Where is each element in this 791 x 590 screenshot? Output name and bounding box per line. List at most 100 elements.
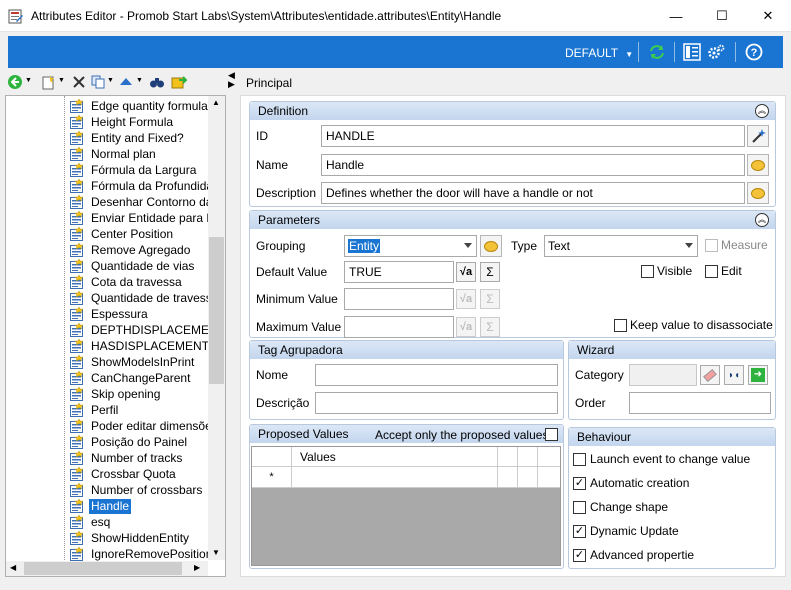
tree-item[interactable]: Posição do Painel [70, 434, 210, 450]
scroll-up-icon[interactable]: ▲ [212, 98, 220, 107]
tree-item[interactable]: Crossbar Quota [70, 466, 210, 482]
name-translate-button[interactable] [747, 154, 769, 176]
tree-item[interactable]: Edge quantity formula [70, 98, 210, 114]
tree-item[interactable]: Quantidade de travessa [70, 290, 210, 306]
accept-only-checkbox[interactable] [545, 428, 558, 441]
tree-item[interactable]: HASDISPLACEMENT [70, 338, 210, 354]
description-translate-button[interactable] [747, 182, 769, 204]
sum-button[interactable]: Σ [480, 289, 500, 309]
keep-value-checkbox[interactable] [614, 319, 627, 332]
caret-down-icon[interactable]: ▼ [136, 77, 143, 84]
grouping-select[interactable]: Entity [344, 235, 477, 257]
help-icon[interactable]: ? [745, 43, 763, 61]
maximize-button[interactable]: ☐ [699, 0, 745, 32]
attributes-tree[interactable]: Edge quantity formula Height Formula Entit… [5, 95, 226, 577]
find-icon[interactable] [149, 74, 165, 90]
new-icon[interactable] [40, 74, 56, 90]
attribute-icon [70, 227, 84, 241]
tree-item[interactable]: Fórmula da Profundidade [70, 178, 210, 194]
tree-item[interactable]: Number of crossbars [70, 482, 210, 498]
behaviour-checkbox[interactable]: ✓ [573, 525, 586, 538]
behaviour-checkbox[interactable] [573, 453, 586, 466]
name-field[interactable]: Handle [321, 154, 745, 176]
behaviour-checkbox[interactable]: ✓ [573, 549, 586, 562]
collapse-up-icon[interactable]: ︽ [755, 104, 769, 118]
tree-item[interactable]: Height Formula [70, 114, 210, 130]
move-up-icon[interactable] [118, 74, 134, 90]
list-icon[interactable] [683, 43, 701, 61]
tree-item[interactable]: Poder editar dimensões [70, 418, 210, 434]
formula-button[interactable]: √a [456, 262, 476, 282]
grid-new-row[interactable]: * [252, 467, 560, 488]
profile-dropdown[interactable]: DEFAULT ▼ [565, 46, 633, 60]
tree-item[interactable]: Fórmula da Largura [70, 162, 210, 178]
tree-item[interactable]: Skip opening [70, 386, 210, 402]
descricao-field[interactable] [315, 392, 558, 414]
minimize-button[interactable]: — [653, 0, 699, 32]
collapse-right-icon[interactable]: ▶ [228, 79, 235, 90]
caret-down-icon[interactable]: ▼ [107, 77, 114, 84]
tree-item[interactable]: Normal plan [70, 146, 210, 162]
tree-vertical-scroll-thumb[interactable] [209, 237, 224, 384]
order-field[interactable] [629, 392, 771, 414]
close-button[interactable]: ✕ [745, 0, 791, 32]
edit-checkbox[interactable] [705, 265, 718, 278]
scroll-right-icon[interactable]: ▶ [194, 563, 200, 572]
tree-item[interactable]: Perfil [70, 402, 210, 418]
maximum-value-field[interactable] [344, 316, 454, 338]
caret-down-icon[interactable]: ▼ [58, 77, 65, 84]
proposed-values-grid[interactable]: Values * [251, 446, 561, 566]
category-label: Category [575, 368, 624, 382]
tree-item[interactable]: Entity and Fixed? [70, 130, 210, 146]
refresh-icon[interactable] [648, 43, 666, 61]
id-edit-button[interactable] [747, 125, 769, 147]
visible-checkbox[interactable] [641, 265, 654, 278]
default-value-field[interactable]: TRUE [344, 261, 454, 283]
behaviour-checkbox[interactable]: ✓ [573, 477, 586, 490]
tree-item[interactable]: Number of tracks [70, 450, 210, 466]
goto-icon[interactable] [171, 74, 187, 90]
description-field[interactable]: Defines whether the door will have a han… [321, 182, 745, 204]
tree-item[interactable]: DEPTHDISPLACEMENT [70, 322, 210, 338]
attribute-icon [70, 195, 84, 209]
find-category-button[interactable]: ◗◖ [724, 365, 744, 385]
behaviour-checkbox[interactable] [573, 501, 586, 514]
tree-horizontal-scroll-thumb[interactable] [24, 562, 182, 575]
tree-item[interactable]: CanChangeParent [70, 370, 210, 386]
tree-item[interactable]: Enviar Entidade para Dy [70, 210, 210, 226]
goto-category-button[interactable]: ➜ [748, 365, 768, 385]
minimum-value-field[interactable] [344, 288, 454, 310]
tab-principal[interactable]: Principal [246, 76, 292, 90]
scroll-left-icon[interactable]: ◀ [10, 563, 16, 572]
sum-button[interactable]: Σ [480, 262, 500, 282]
back-icon[interactable] [7, 74, 23, 90]
tree-item[interactable]: Center Position [70, 226, 210, 242]
tree-item[interactable]: Espessura [70, 306, 210, 322]
id-field[interactable]: HANDLE [321, 125, 745, 147]
formula-button[interactable]: √a [456, 317, 476, 337]
collapse-up-icon[interactable]: ︽ [755, 213, 769, 227]
formula-button[interactable]: √a [456, 289, 476, 309]
scroll-down-icon[interactable]: ▼ [212, 548, 220, 557]
tree-item[interactable]: esq [70, 514, 210, 530]
tree-item[interactable]: Quantidade de vias [70, 258, 210, 274]
caret-down-icon[interactable]: ▼ [25, 77, 32, 84]
measure-checkbox[interactable] [705, 239, 718, 252]
category-field[interactable] [629, 364, 697, 386]
clear-category-button[interactable] [700, 365, 720, 385]
tree-item[interactable]: ShowHiddenEntity [70, 530, 210, 546]
nome-field[interactable] [315, 364, 558, 386]
copy-icon[interactable] [90, 74, 106, 90]
tree-item[interactable]: IgnoreRemovePosition [70, 546, 210, 562]
tree-item[interactable]: Remove Agregado [70, 242, 210, 258]
tree-item[interactable]: Desenhar Contorno da M [70, 194, 210, 210]
delete-icon[interactable] [71, 74, 87, 90]
tree-item[interactable]: Handle [70, 498, 210, 514]
tree-item[interactable]: Cota da travessa [70, 274, 210, 290]
tree-item[interactable]: ShowModelsInPrint [70, 354, 210, 370]
sum-button[interactable]: Σ [480, 317, 500, 337]
grouping-translate-button[interactable] [480, 235, 502, 257]
type-select[interactable]: Text [544, 235, 698, 257]
settings-icon[interactable] [707, 43, 725, 61]
grid-column-values[interactable]: Values [292, 447, 498, 467]
